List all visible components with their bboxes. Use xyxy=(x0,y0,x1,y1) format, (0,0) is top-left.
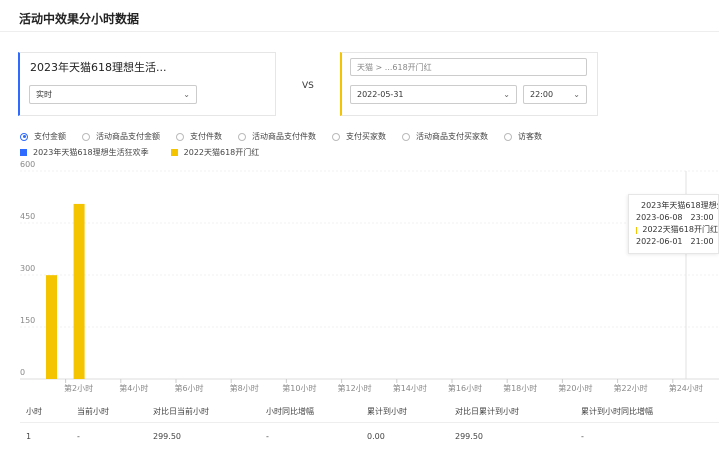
hourly-bar-chart: 0 150 300 450 600 第2小时 第4小时 第6小时 第8小时 第10小时 第12小时 第… xyxy=(20,160,719,393)
metric-option-label: 支付买家数 xyxy=(346,132,386,141)
legend-item[interactable]: 2022天猫618开门红 xyxy=(170,147,260,158)
table-cell: 299.50 xyxy=(153,432,181,441)
x-tick-label: 第10小时 xyxy=(282,383,316,393)
tooltip-series-time: 2022-06-01 21:00 xyxy=(636,237,714,246)
y-tick-label: 150 xyxy=(20,316,35,325)
metric-option-label: 支付金额 xyxy=(34,132,66,141)
table-cell: 1 xyxy=(26,432,32,441)
bar-yellow xyxy=(46,275,57,379)
period-select[interactable]: 实时 ⌄ xyxy=(29,85,197,104)
chevron-down-icon: ⌄ xyxy=(183,90,190,99)
table-header-cell: 累计到小时 xyxy=(367,407,407,416)
table-header-cell: 当前小时 xyxy=(77,407,109,416)
table-cell: - xyxy=(581,432,584,441)
table-cell: 299.50 xyxy=(455,432,483,441)
legend-label: 2023年天猫618理想生活狂欢季 xyxy=(33,148,149,157)
legend-swatch xyxy=(170,149,178,156)
compare-hour-value: 22:00 xyxy=(530,90,554,99)
x-tick-label: 第16小时 xyxy=(448,383,482,393)
metric-radio-group: 支付金额 活动商品支付金额 支付件数 活动商品支付件数 支付买家数 活动商品支付买家数 访客… xyxy=(20,131,542,142)
left-activity-name: 2023年天猫618理想生活... xyxy=(30,61,167,74)
table-header-cell: 对比日当前小时 xyxy=(153,407,209,416)
metric-option[interactable]: 访客数 xyxy=(504,131,542,142)
radio-icon xyxy=(332,132,340,141)
table-header-cell: 对比日累计到小时 xyxy=(455,407,519,416)
chevron-down-icon: ⌄ xyxy=(503,90,510,99)
table-header-cell: 小时同比增幅 xyxy=(266,407,314,416)
y-tick-label: 450 xyxy=(20,212,35,221)
compare-activity-select[interactable]: 天猫 > ...618开门红 xyxy=(350,58,587,76)
metric-option[interactable]: 支付金额 xyxy=(20,131,66,142)
x-tick-label: 第8小时 xyxy=(230,383,259,393)
metric-option-label: 支付件数 xyxy=(190,132,222,141)
tooltip-series-1: 2023年天猫618理想生活狂欢季 xyxy=(636,200,718,212)
table-header-cell: 累计到小时同比增幅 xyxy=(581,407,653,416)
y-tick-label: 600 xyxy=(20,160,35,169)
metric-option[interactable]: 支付件数 xyxy=(176,131,222,142)
x-tick-label: 第14小时 xyxy=(393,383,427,393)
metric-option-label: 活动商品支付买家数 xyxy=(416,132,488,141)
metric-option-label: 活动商品支付金额 xyxy=(96,132,160,141)
y-tick-label: 300 xyxy=(20,264,35,273)
radio-icon xyxy=(238,132,246,141)
x-tick-label: 第12小时 xyxy=(338,383,372,393)
bar-yellow xyxy=(73,203,85,379)
radio-icon xyxy=(176,132,184,141)
table-header-cell: 小时 xyxy=(26,407,42,416)
metric-option[interactable]: 活动商品支付金额 xyxy=(82,131,160,142)
x-tick-label: 第4小时 xyxy=(119,383,148,393)
metric-option-label: 访客数 xyxy=(518,132,542,141)
table-cell: - xyxy=(77,432,80,441)
metric-option[interactable]: 活动商品支付件数 xyxy=(238,131,316,142)
header-divider xyxy=(0,31,719,32)
x-tick-label: 第18小时 xyxy=(503,383,537,393)
compare-hour-select[interactable]: 22:00 ⌄ xyxy=(523,85,587,104)
vs-label: VS xyxy=(302,81,314,91)
radio-icon xyxy=(20,132,28,141)
metric-option[interactable]: 活动商品支付买家数 xyxy=(402,131,488,142)
table-cell: 0.00 xyxy=(367,432,385,441)
metric-option-label: 活动商品支付件数 xyxy=(252,132,316,141)
tooltip-series-time: 2023-06-08 23:00 xyxy=(636,213,714,222)
x-tick-label: 第2小时 xyxy=(64,383,93,393)
x-tick-label: 第6小时 xyxy=(174,383,203,393)
tooltip-series-name: 2022天猫618开门红 xyxy=(642,225,718,234)
y-tick-label: 0 xyxy=(20,368,25,377)
compare-date-value: 2022-05-31 xyxy=(357,90,404,99)
x-tick-label: 第22小时 xyxy=(614,383,648,393)
legend-label: 2022天猫618开门红 xyxy=(183,148,260,157)
compare-activity-value: 天猫 > ...618开门红 xyxy=(357,62,432,72)
chevron-down-icon: ⌄ xyxy=(573,90,580,99)
tooltip-series-2: 2022天猫618开门红 xyxy=(636,224,718,236)
table-cell: - xyxy=(266,432,269,441)
compare-date-select[interactable]: 2022-05-31 ⌄ xyxy=(350,85,517,104)
chart-legend: 2023年天猫618理想生活狂欢季 2022天猫618开门红 xyxy=(20,147,259,158)
tooltip-series-name: 2023年天猫618理想生活狂欢季 xyxy=(641,201,718,210)
period-select-value: 实时 xyxy=(36,90,52,99)
x-tick-label: 第24小时 xyxy=(669,383,703,393)
radio-icon xyxy=(402,132,410,141)
series-swatch-yellow xyxy=(636,226,638,234)
radio-icon xyxy=(82,132,90,141)
legend-swatch xyxy=(20,149,27,156)
chart-tooltip: 2023年天猫618理想生活狂欢季 2023-06-08 23:00 2022天… xyxy=(628,194,719,254)
x-tick-label: 第20小时 xyxy=(558,383,592,393)
table-header-divider xyxy=(20,422,719,423)
legend-item[interactable]: 2023年天猫618理想生活狂欢季 xyxy=(20,147,149,158)
page-title: 活动中效果分小时数据 xyxy=(19,12,140,26)
metric-option[interactable]: 支付买家数 xyxy=(332,131,386,142)
radio-icon xyxy=(504,132,512,141)
